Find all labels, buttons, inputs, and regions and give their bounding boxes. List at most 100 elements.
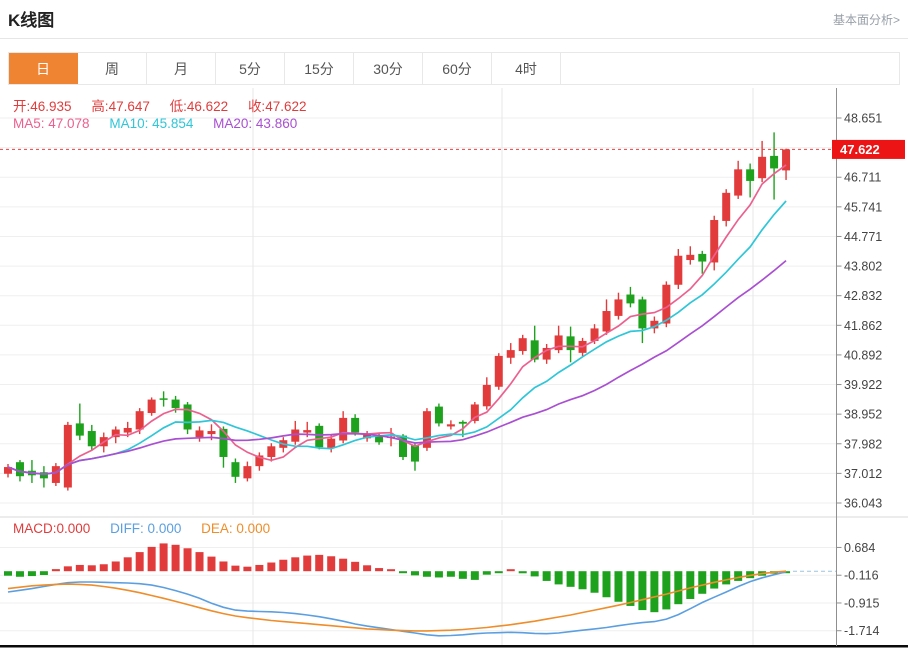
candle-body (434, 406, 443, 424)
candle-body (75, 423, 84, 436)
candle-body (87, 431, 96, 447)
candle-body (518, 338, 527, 352)
macd-bar (255, 564, 264, 572)
candle-body (734, 169, 743, 196)
candle-body (446, 424, 455, 427)
candle-body (147, 399, 156, 414)
candle-body (626, 294, 635, 304)
candle-body (506, 350, 515, 358)
macd-bar (434, 571, 443, 578)
current-price-value: 47.622 (840, 142, 880, 157)
candle-body (746, 169, 755, 181)
candle-body (195, 430, 204, 438)
macd-bar (602, 571, 611, 598)
y-axis-label: 40.892 (844, 348, 882, 362)
tab-day[interactable]: 日 (9, 53, 78, 84)
macd-bar (399, 571, 408, 574)
y-axis-label: 44.771 (844, 230, 882, 244)
macd-bar (243, 566, 252, 572)
candle-body (686, 254, 695, 261)
kline-page: K线图 基本面分析> 日周月5分15分30分60分4时 48.65147.681… (0, 0, 908, 649)
macd-bar (87, 565, 96, 572)
macd-axis-label: -1.714 (844, 624, 879, 638)
macd-bar (339, 558, 348, 572)
dea-value: DEA: 0.000 (201, 521, 271, 536)
macd-bar (566, 571, 575, 587)
candle-body (458, 421, 467, 424)
diff-value: DIFF: 0.000 (110, 521, 182, 536)
macd-bar (99, 564, 108, 572)
ohlc-legend: 开:46.935 高:47.647 低:46.622 收:47.622 (13, 95, 322, 115)
macd-bar (351, 561, 360, 572)
macd-bar (63, 566, 72, 572)
macd-bar (15, 571, 24, 577)
period-tabbar: 日周月 5分 15分 30分 60分 4时 (8, 52, 900, 85)
macd-bar (698, 571, 707, 594)
macd-bar (578, 571, 587, 590)
tab-month[interactable]: 月 (147, 53, 216, 84)
macd-bar (207, 556, 216, 572)
macd-bar (662, 571, 671, 610)
price-axis: 48.65147.68146.71145.74144.77143.80242.8… (836, 88, 882, 646)
candle-body (219, 428, 228, 457)
y-axis-label: 45.741 (844, 200, 882, 214)
candle-body (267, 446, 276, 457)
y-axis-label: 37.012 (844, 467, 882, 481)
y-axis-label: 43.802 (844, 260, 882, 274)
candle-body (327, 438, 336, 448)
macd-bar (303, 555, 312, 572)
ohlc-low: 低:46.622 (169, 99, 229, 114)
candle-body (410, 445, 419, 462)
candle-body (15, 462, 24, 477)
macd-bar (650, 571, 659, 613)
macd-bar (123, 557, 132, 572)
macd-bar (291, 557, 300, 572)
candle-body (123, 427, 132, 433)
macd-bar (422, 571, 431, 577)
candle-body (482, 384, 491, 407)
y-axis-label: 37.982 (844, 437, 882, 451)
candle-body (351, 417, 360, 433)
macd-bar (710, 571, 719, 589)
macd-bar (327, 556, 336, 572)
candle-body (231, 462, 240, 477)
macd-bar (734, 571, 743, 581)
macd-value: MACD:0.000 (13, 521, 91, 536)
candle-body (698, 253, 707, 262)
candle-body (602, 311, 611, 332)
tab-week[interactable]: 周 (78, 53, 147, 84)
y-axis-label: 42.832 (844, 289, 882, 303)
macd-bar (446, 571, 455, 577)
candle-body (494, 355, 503, 387)
macd-bar (638, 571, 647, 611)
tab-5min[interactable]: 5分 (216, 53, 285, 84)
y-axis-label: 39.922 (844, 378, 882, 392)
y-axis-label: 38.952 (844, 408, 882, 422)
candle-body (171, 399, 180, 409)
candle-body (291, 429, 300, 442)
tab-4hour[interactable]: 4时 (492, 53, 561, 84)
macd-bar (147, 546, 156, 572)
macd-bar (171, 544, 180, 572)
y-axis-label: 46.711 (844, 171, 881, 185)
macd-bar (39, 571, 48, 576)
candle-body (758, 156, 767, 179)
macd-axis-label: -0.915 (844, 596, 879, 610)
y-axis-label: 41.862 (844, 319, 882, 333)
candle-body (315, 425, 324, 448)
tab-60min[interactable]: 60分 (423, 53, 492, 84)
tab-15min[interactable]: 15分 (285, 53, 354, 84)
macd-panel (4, 543, 836, 637)
macd-bar (315, 554, 324, 572)
candle-body (674, 255, 683, 285)
macd-bar (554, 571, 563, 585)
macd-bar (75, 564, 84, 572)
tab-30min[interactable]: 30分 (354, 53, 423, 84)
candle-body (63, 424, 72, 488)
candle-body (303, 430, 312, 433)
macd-bar (267, 562, 276, 572)
macd-bar (159, 543, 168, 572)
macd-bar (494, 571, 503, 574)
macd-bar (51, 569, 60, 572)
macd-bar (686, 571, 695, 599)
